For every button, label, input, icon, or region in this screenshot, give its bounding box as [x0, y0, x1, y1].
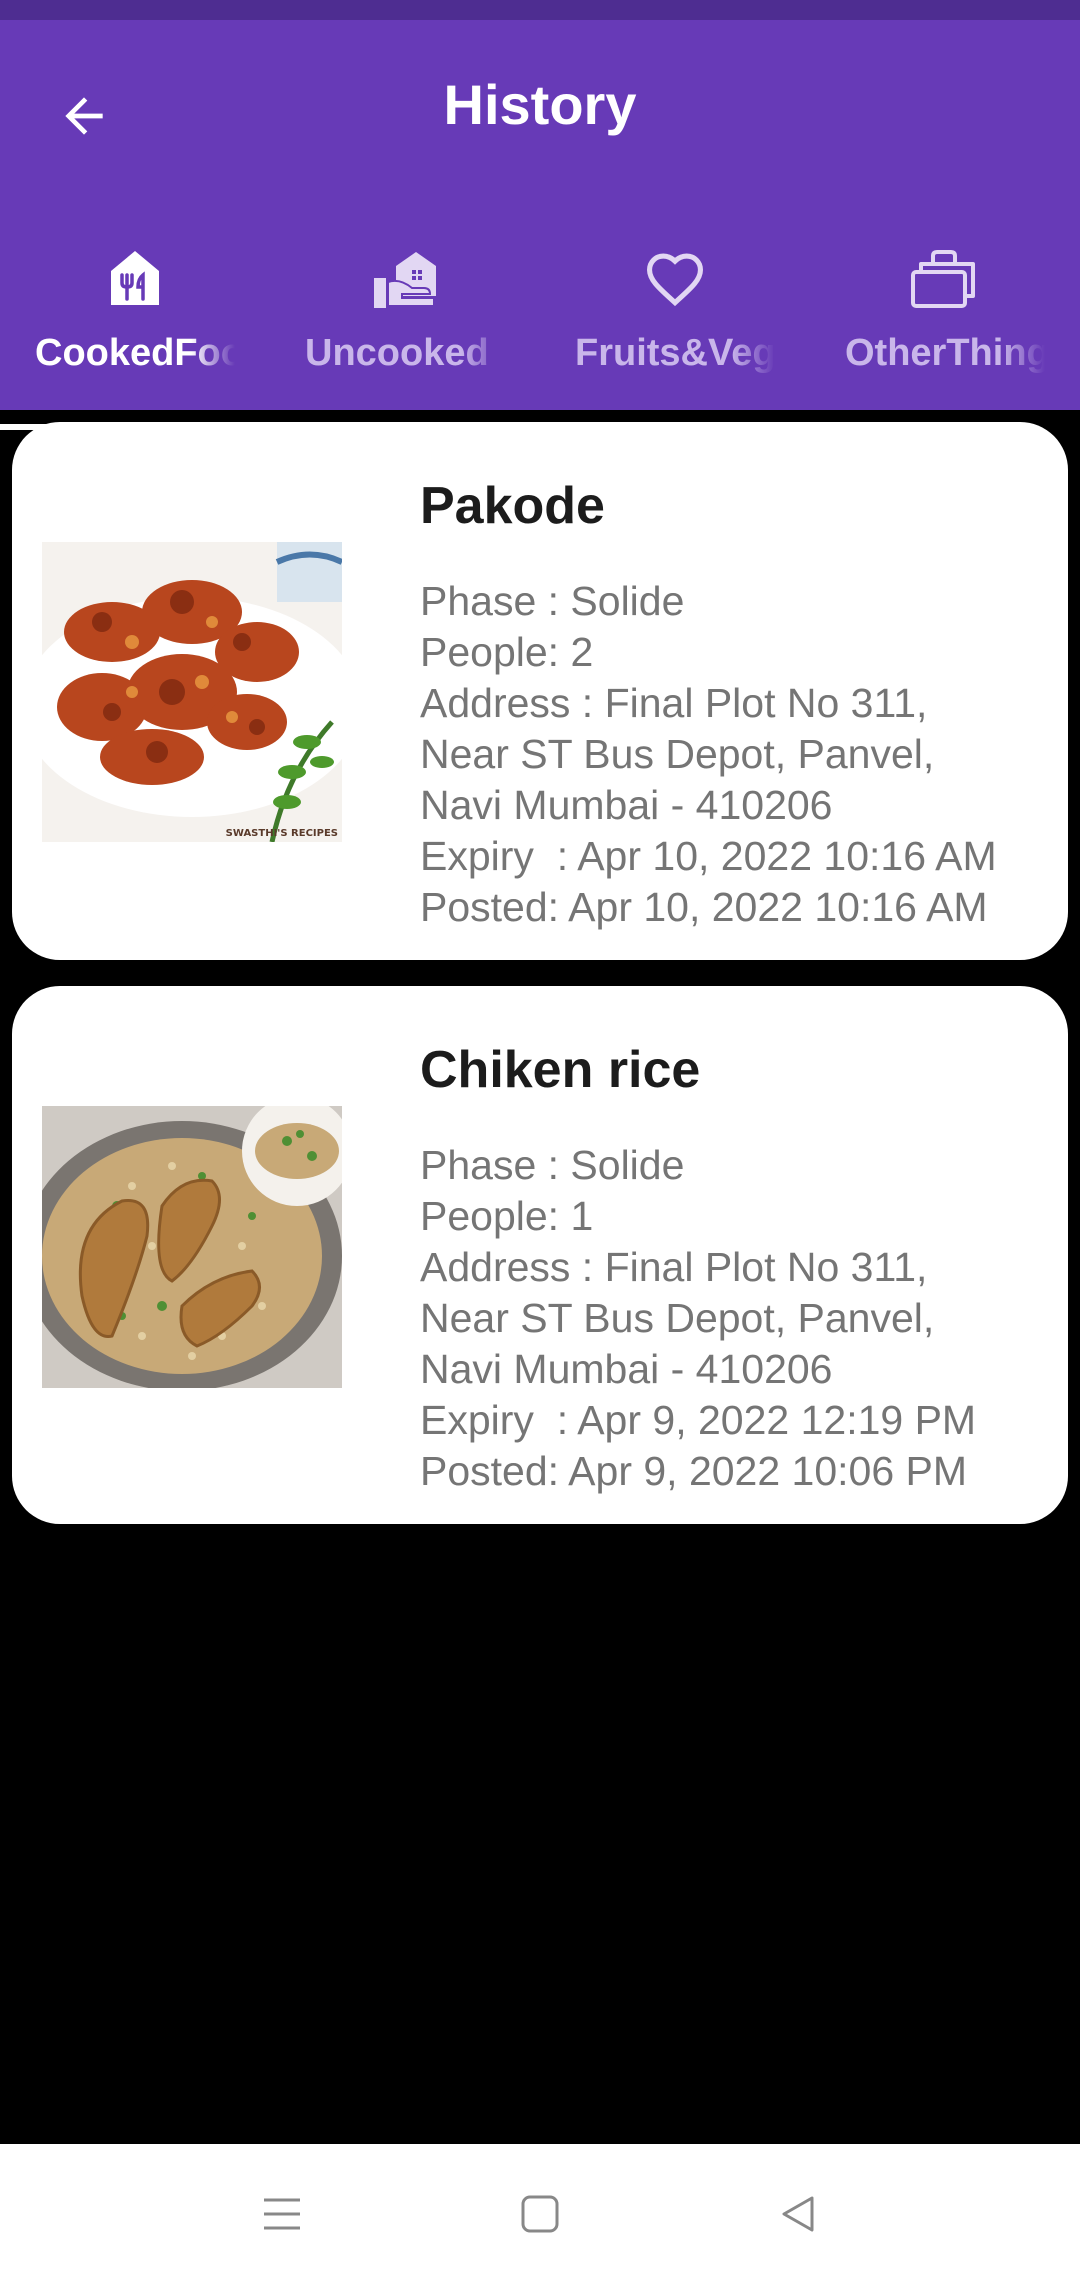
- tab-label: Uncooked: [305, 332, 489, 374]
- cooked-food-icon: [107, 244, 163, 314]
- food-image: SWASTHI'S RECIPES: [42, 542, 342, 842]
- item-expiry: Expiry : Apr 9, 2022 12:19 PM: [420, 1397, 977, 1443]
- item-people: People: 1: [420, 1193, 594, 1239]
- tab-label: Fruits&Vegetables: [575, 332, 775, 374]
- category-tabs: CookedFood Uncooked: [0, 210, 1080, 430]
- item-posted: Posted: Apr 9, 2022 10:06 PM: [420, 1448, 968, 1494]
- other-things-icon: [911, 244, 979, 314]
- system-navigation-bar: [0, 2144, 1080, 2275]
- tab-fruits-vegetables[interactable]: Fruits&Vegetables: [540, 210, 810, 430]
- heart-icon: [644, 244, 706, 314]
- tab-other-things[interactable]: OtherThings: [810, 210, 1080, 430]
- item-info: Pakode Phase : Solide People: 2 Address …: [420, 476, 1040, 933]
- image-watermark: SWASTHI'S RECIPES: [226, 828, 338, 839]
- page-title: History: [443, 73, 637, 136]
- item-expiry: Expiry : Apr 10, 2022 10:16 AM: [420, 833, 997, 879]
- status-bar: [0, 0, 1080, 20]
- item-phase: Phase : Solide: [420, 1142, 685, 1188]
- tab-label: OtherThings: [845, 332, 1045, 374]
- item-address: Address : Final Plot No 311, Near ST Bus…: [420, 680, 935, 828]
- item-name: Chiken rice: [420, 1041, 701, 1099]
- item-info: Chiken rice Phase : Solide People: 1 Add…: [420, 1040, 1040, 1497]
- history-card[interactable]: SWASTHI'S RECIPES Pakode Phase : Solide …: [12, 422, 1068, 960]
- tab-cooked-food[interactable]: CookedFood: [0, 210, 270, 430]
- item-name: Pakode: [420, 477, 605, 535]
- item-people: People: 2: [420, 629, 594, 675]
- uncooked-food-icon: [372, 244, 438, 314]
- tab-label: CookedFood: [35, 332, 235, 374]
- item-posted: Posted: Apr 10, 2022 10:16 AM: [420, 884, 988, 930]
- item-address: Address : Final Plot No 311, Near ST Bus…: [420, 1244, 935, 1392]
- menu-icon[interactable]: [252, 2184, 312, 2244]
- item-phase: Phase : Solide: [420, 578, 685, 624]
- app-bar: History CookedFood: [0, 20, 1080, 430]
- tab-uncooked[interactable]: Uncooked: [270, 210, 540, 430]
- history-card[interactable]: Chiken rice Phase : Solide People: 1 Add…: [12, 986, 1068, 1524]
- home-icon[interactable]: [510, 2184, 570, 2244]
- food-image: [42, 1106, 342, 1388]
- back-triangle-icon[interactable]: [768, 2184, 828, 2244]
